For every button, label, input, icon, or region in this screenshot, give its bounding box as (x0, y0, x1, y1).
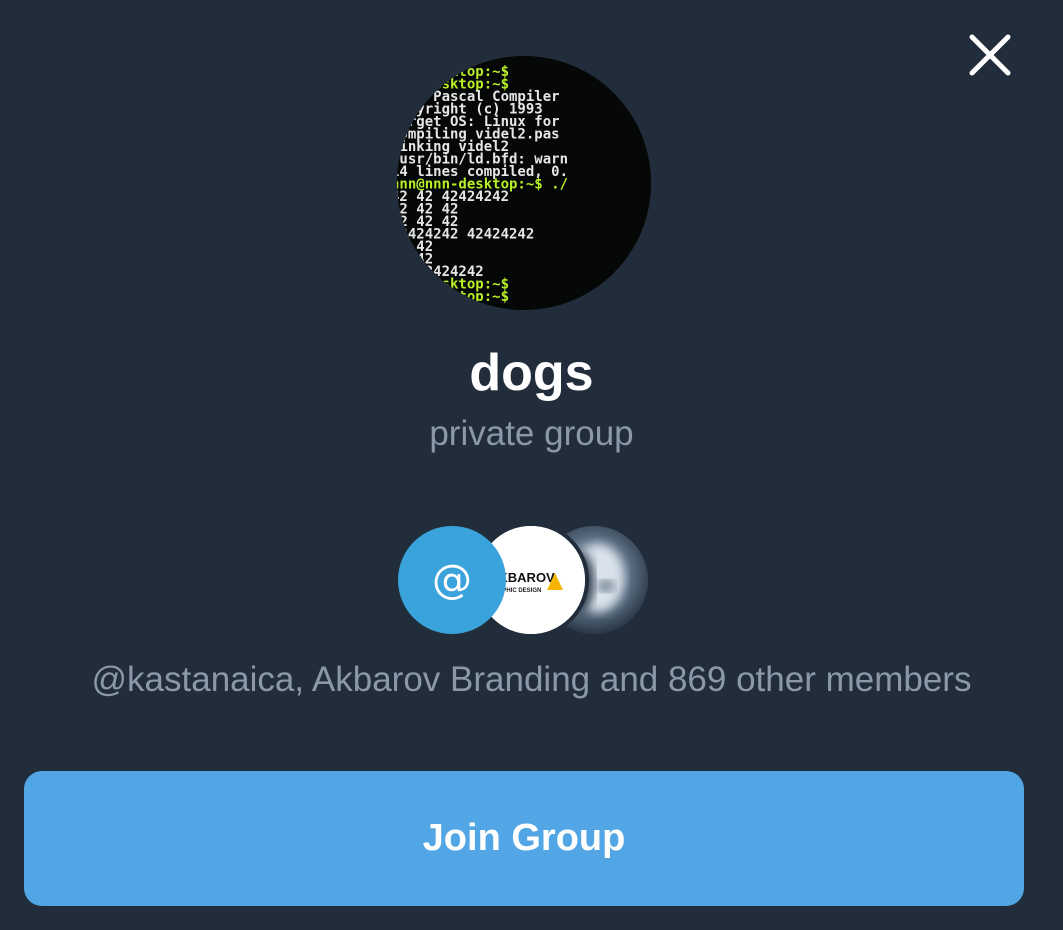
member-avatar-kastanaica[interactable]: @ (398, 526, 506, 634)
group-avatar: nnn-desktop:~$ nnn-desktop:~$ Free Pascal … (397, 56, 651, 310)
at-sign-icon: @ (432, 557, 472, 603)
terminal-line: nnn-desktop:~$ (397, 289, 509, 305)
members-summary[interactable]: @kastanaica, Akbarov Branding and 869 ot… (0, 658, 1063, 702)
close-button[interactable] (962, 27, 1018, 83)
join-group-label: Join Group (422, 817, 626, 859)
join-group-button[interactable]: Join Group (24, 771, 1024, 906)
close-icon (969, 34, 1011, 76)
group-type: private group (429, 414, 634, 453)
terminal-screenshot-image: nnn-desktop:~$nnn-desktop:~$Free Pascal … (397, 56, 651, 310)
group-name: dogs (469, 344, 594, 402)
